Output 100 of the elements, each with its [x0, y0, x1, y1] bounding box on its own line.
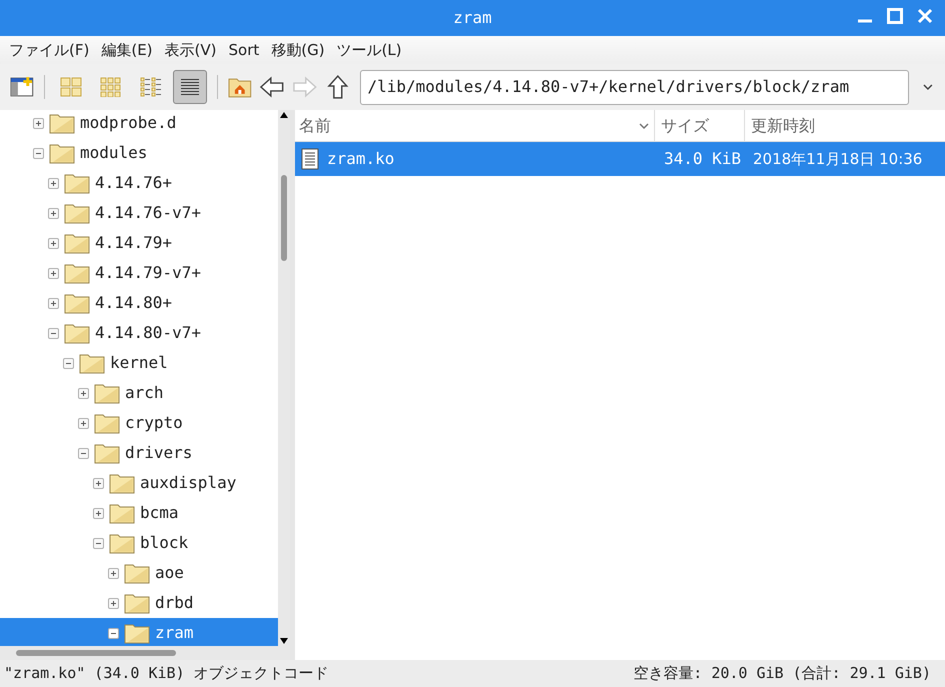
tree-item[interactable]: 4.14.79-v7+ — [0, 258, 278, 288]
home-folder-icon[interactable] — [228, 76, 252, 98]
new-window-icon[interactable] — [10, 76, 34, 98]
column-header[interactable]: 更新時刻 — [745, 110, 945, 141]
tree-item[interactable]: kernel — [0, 348, 278, 378]
menu-item[interactable]: ツール(L) — [336, 38, 402, 62]
location-field[interactable]: /lib/modules/4.14.80-v7+/kernel/drivers/block/zram — [360, 70, 910, 104]
file-modified: 2018年11月18日 10:36 — [752, 148, 922, 170]
collapse-icon[interactable] — [108, 628, 119, 638]
folder-icon — [64, 322, 90, 344]
menu-item[interactable]: 表示(V) — [164, 38, 216, 62]
expand-icon[interactable] — [93, 508, 104, 518]
expand-icon[interactable] — [48, 208, 59, 218]
tree-item[interactable]: 4.14.76+ — [0, 168, 278, 198]
menu-item[interactable]: Sort — [228, 38, 260, 62]
tree-item[interactable]: bcma — [0, 498, 278, 528]
tree-item[interactable]: modules — [0, 138, 278, 168]
expand-icon[interactable] — [108, 598, 119, 608]
file-name: zram.ko — [327, 148, 394, 170]
expand-icon[interactable] — [78, 418, 89, 428]
tree-item[interactable]: modprobe.d — [0, 108, 278, 138]
folder-icon — [49, 112, 75, 134]
folder-name: drbd — [155, 592, 194, 614]
document-icon — [301, 148, 319, 170]
folder-name: aoe — [155, 562, 184, 584]
folder-icon — [64, 202, 90, 224]
tree-item[interactable]: drbd — [0, 588, 278, 618]
tree-item[interactable]: arch — [0, 378, 278, 408]
file-size: 34.0 KiB — [662, 148, 742, 170]
folder-name: drivers — [125, 442, 192, 464]
scroll-up-arrow-icon[interactable] — [280, 112, 288, 118]
expand-icon[interactable] — [93, 478, 104, 488]
expand-icon[interactable] — [48, 178, 59, 188]
tree-item[interactable]: 4.14.80-v7+ — [0, 318, 278, 348]
folder-icon — [124, 592, 150, 614]
collapse-icon[interactable] — [78, 448, 89, 458]
expand-icon[interactable] — [108, 568, 119, 578]
folder-icon — [94, 412, 120, 434]
dropdown-caret-icon[interactable] — [921, 82, 935, 92]
column-header[interactable]: 名前 — [295, 110, 655, 141]
folder-name: 4.14.79+ — [95, 232, 172, 254]
folder-icon — [64, 232, 90, 254]
file-row[interactable]: zram.ko 34.0 KiB 2018年11月18日 10:36 — [295, 142, 945, 176]
folder-name: zram — [155, 622, 194, 644]
expand-icon[interactable] — [48, 268, 59, 278]
folder-icon — [64, 292, 90, 314]
maximize-icon[interactable] — [887, 8, 903, 24]
folder-icon — [124, 562, 150, 584]
detailed-list-view-icon — [179, 77, 202, 97]
folder-name: kernel — [110, 352, 168, 374]
tree-item[interactable]: 4.14.76-v7+ — [0, 198, 278, 228]
compact-view-icon — [140, 77, 162, 97]
folder-icon — [109, 472, 135, 494]
collapse-icon[interactable] — [63, 358, 74, 368]
folder-icon — [94, 442, 120, 464]
expand-icon[interactable] — [48, 298, 59, 308]
folder-icon — [79, 352, 105, 374]
view-mode-button[interactable] — [173, 70, 207, 104]
folder-name: 4.14.79-v7+ — [95, 262, 201, 284]
free-space-text: 空き容量: 20.0 GiB (合計: 29.1 GiB) — [633, 663, 932, 684]
folder-name: block — [140, 532, 188, 554]
back-arrow-icon[interactable] — [258, 75, 286, 99]
folder-name: modules — [80, 142, 148, 164]
folder-icon — [64, 172, 90, 194]
folder-name: auxdisplay — [140, 472, 236, 494]
small-icons-view-icon — [100, 77, 122, 97]
folder-name: 4.14.80+ — [95, 292, 172, 314]
tree-item[interactable]: 4.14.79+ — [0, 228, 278, 258]
collapse-icon[interactable] — [48, 328, 59, 338]
folder-name: bcma — [140, 502, 179, 524]
expand-icon[interactable] — [78, 388, 89, 398]
folder-name: arch — [125, 382, 164, 404]
expand-icon[interactable] — [33, 118, 44, 128]
up-arrow-icon[interactable] — [324, 74, 350, 100]
folder-icon — [94, 382, 120, 404]
folder-name: 4.14.80-v7+ — [95, 322, 201, 344]
tree-item[interactable]: drivers — [0, 438, 278, 468]
menu-item[interactable]: 移動(G) — [271, 38, 325, 62]
large-icons-view-icon — [60, 77, 82, 97]
column-header[interactable]: サイズ — [655, 110, 745, 141]
tree-item[interactable]: zram — [0, 618, 278, 646]
close-icon[interactable] — [917, 8, 933, 24]
tree-item[interactable]: 4.14.80+ — [0, 288, 278, 318]
sort-caret-icon[interactable] — [638, 122, 650, 130]
folder-name: modprobe.d — [80, 112, 176, 134]
menu-item[interactable]: ファイル(F) — [9, 38, 90, 62]
status-text: "zram.ko" (34.0 KiB) オブジェクトコード — [4, 663, 329, 684]
horizontal-scrollbar[interactable] — [0, 646, 290, 660]
collapse-icon[interactable] — [33, 148, 44, 158]
scroll-down-arrow-icon[interactable] — [280, 638, 288, 644]
window-title: zram — [453, 7, 492, 29]
tree-item[interactable]: auxdisplay — [0, 468, 278, 498]
folder-name: 4.14.76-v7+ — [95, 202, 201, 224]
folder-icon — [64, 262, 90, 284]
tree-item[interactable]: crypto — [0, 408, 278, 438]
expand-icon[interactable] — [48, 238, 59, 248]
tree-item[interactable]: block — [0, 528, 278, 558]
tree-item[interactable]: aoe — [0, 558, 278, 588]
menu-item[interactable]: 編集(E) — [101, 38, 153, 62]
collapse-icon[interactable] — [93, 538, 104, 548]
